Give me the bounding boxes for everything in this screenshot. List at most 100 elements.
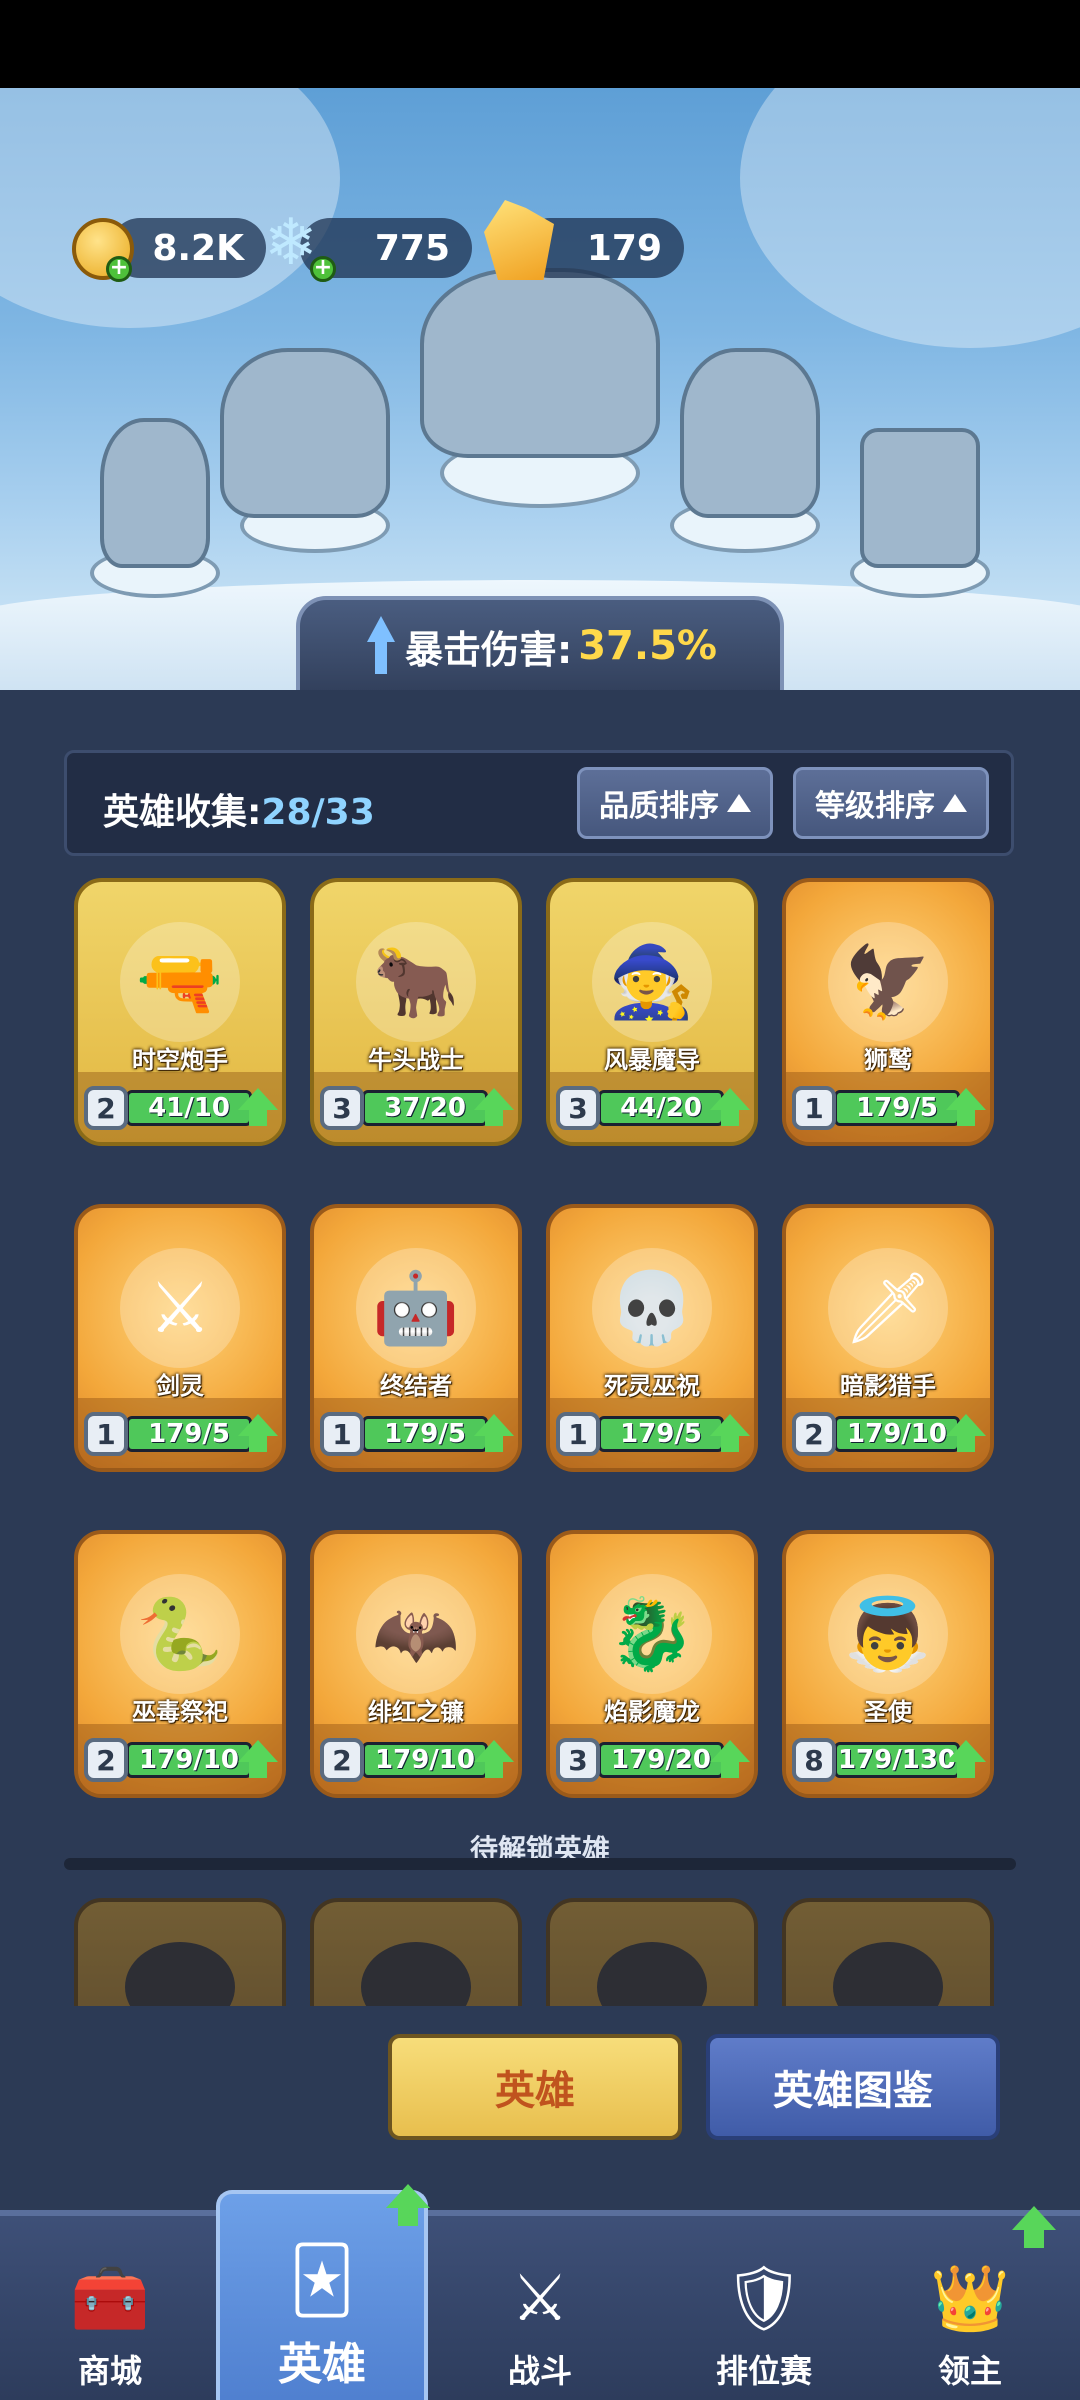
sort-asc-icon (727, 794, 751, 812)
locked-hero-card[interactable] (782, 1898, 994, 2006)
locked-hero-card[interactable] (74, 1898, 286, 2006)
shard-progress-bar: 41/10 (126, 1090, 252, 1126)
nav-label: 领主 (937, 2352, 1002, 2390)
statue-griffin (220, 348, 390, 518)
hero-card[interactable]: 🤖 终结者 179/5 1 (310, 1204, 522, 1472)
hero-level-badge: 1 (84, 1412, 128, 1456)
hero-card-icon: 🃏 (289, 2244, 355, 2318)
hero-card[interactable]: 🦅 狮鹫 179/5 1 (782, 878, 994, 1146)
crit-value: 37.5% (578, 623, 717, 669)
shard-progress-bar: 179/10 (834, 1416, 960, 1452)
hero-name: 暗影猎手 (840, 1372, 936, 1400)
sort-level-button[interactable]: 等级排序 (793, 767, 989, 839)
shard-progress-bar: 179/20 (598, 1742, 724, 1778)
statue-dragon (420, 268, 660, 458)
heroes-tab-button[interactable]: 英雄 (388, 2034, 682, 2140)
voodoo-priest-icon: 🐍 (120, 1574, 240, 1694)
shard-progress-bar: 37/20 (362, 1090, 488, 1126)
shard-progress-bar: 179/10 (126, 1742, 252, 1778)
upgrade-badge-icon (1012, 2206, 1056, 2250)
sort-asc-icon (943, 794, 967, 812)
shard-progress-text: 179/5 (384, 1419, 466, 1449)
upgrade-arrow-icon[interactable] (474, 1088, 514, 1128)
shard-progress-text: 44/20 (620, 1093, 702, 1123)
crossed-swords-icon: ⚔ (511, 2262, 569, 2336)
locked-silhouette-icon (597, 1942, 707, 2006)
shadow-hunter-icon: 🗡 (828, 1248, 948, 1368)
shard-progress-bar: 44/20 (598, 1090, 724, 1126)
hero-level-badge: 2 (792, 1412, 836, 1456)
hero-name: 焰影魔龙 (604, 1698, 700, 1726)
sword-spirit-icon: ⚔ (120, 1248, 240, 1368)
add-gold-plus-icon[interactable]: + (106, 256, 132, 282)
shard-progress-text: 179/20 (611, 1745, 711, 1775)
statue-robot (860, 428, 980, 568)
upgrade-arrow-icon[interactable] (710, 1088, 750, 1128)
shard-progress-bar: 179/10 (362, 1742, 488, 1778)
shard-progress-text: 179/10 (847, 1419, 947, 1449)
upgrade-arrow-icon[interactable] (474, 1414, 514, 1454)
collection-title: 英雄收集: (103, 792, 262, 833)
shard-progress-text: 179/130 (837, 1745, 957, 1775)
upgrade-arrow-icon[interactable] (238, 1740, 278, 1780)
griffin-icon: 🦅 (828, 922, 948, 1042)
hero-name: 圣使 (864, 1698, 912, 1726)
upgrade-arrow-icon[interactable] (238, 1414, 278, 1454)
hero-card[interactable]: 💀 死灵巫祝 179/5 1 (546, 1204, 758, 1472)
lord-banner-icon: 👑 (930, 2262, 1010, 2336)
terminator-icon: 🤖 (356, 1248, 476, 1368)
locked-hero-card[interactable] (310, 1898, 522, 2006)
hero-name: 巫毒祭祀 (132, 1698, 228, 1726)
add-gem-plus-icon[interactable]: + (310, 256, 336, 282)
collection-bar: 英雄收集:28/33 品质排序 等级排序 (64, 750, 1014, 856)
hero-card[interactable]: 🔫 时空炮手 41/10 2 (74, 878, 286, 1146)
hero-card[interactable]: 👼 圣使 179/130 8 (782, 1530, 994, 1798)
hero-card[interactable]: 🐍 巫毒祭祀 179/10 2 (74, 1530, 286, 1798)
sort-level-label: 等级排序 (815, 789, 935, 824)
hero-card[interactable]: 🐂 牛头战士 37/20 3 (310, 878, 522, 1146)
hero-card[interactable]: 🗡 暗影猎手 179/10 2 (782, 1204, 994, 1472)
nav-tab[interactable]: 🃏 英雄 (216, 2184, 430, 2400)
status-bar (0, 0, 1080, 88)
ice-cave-wall (740, 88, 1080, 348)
hero-codex-button[interactable]: 英雄图鉴 (706, 2034, 1000, 2140)
upgrade-arrow-icon[interactable] (946, 1740, 986, 1780)
hero-name: 终结者 (380, 1372, 452, 1400)
upgrade-arrow-icon[interactable] (946, 1088, 986, 1128)
necromancer-icon: 💀 (592, 1248, 712, 1368)
locked-silhouette-icon (125, 1942, 235, 2006)
hero-level-badge: 2 (84, 1738, 128, 1782)
shard-progress-bar: 179/5 (834, 1090, 960, 1126)
gunner-icon: 🔫 (120, 922, 240, 1042)
shard-progress-text: 41/10 (148, 1093, 230, 1123)
crit-damage-banner: 暴击伤害: 37.5% (296, 596, 784, 692)
hero-panel: 英雄收集:28/33 品质排序 等级排序 🔫 时空炮手 41/10 2 🐂 牛头战士 37/… (0, 690, 1080, 2210)
nav-tab[interactable]: ⚔ 战斗 (470, 2216, 610, 2400)
nav-tab[interactable]: 🛡 排位赛 (684, 2216, 844, 2400)
upgrade-arrow-icon[interactable] (710, 1414, 750, 1454)
upgrade-arrow-icon[interactable] (238, 1088, 278, 1128)
minotaur-icon: 🐂 (356, 922, 476, 1042)
gem-value: 775 (374, 227, 450, 269)
wizard-icon: 🧙 (592, 922, 712, 1042)
locked-hero-card[interactable] (546, 1898, 758, 2006)
hero-card[interactable]: 🦇 绯红之镰 179/10 2 (310, 1530, 522, 1798)
hero-level-badge: 2 (84, 1086, 128, 1130)
hero-level-badge: 3 (556, 1086, 600, 1130)
hero-level-badge: 3 (556, 1738, 600, 1782)
sort-quality-button[interactable]: 品质排序 (577, 767, 773, 839)
shard-progress-text: 179/10 (139, 1745, 239, 1775)
upgrade-arrow-icon[interactable] (946, 1414, 986, 1454)
hero-card[interactable]: 🐉 焰影魔龙 179/20 3 (546, 1530, 758, 1798)
hero-name: 剑灵 (156, 1372, 204, 1400)
nav-tab[interactable]: 🧰 商城 (30, 2216, 190, 2400)
hero-level-badge: 1 (556, 1412, 600, 1456)
nav-label: 英雄 (278, 2339, 366, 2390)
hero-card[interactable]: ⚔ 剑灵 179/5 1 (74, 1204, 286, 1472)
upgrade-arrow-icon[interactable] (710, 1740, 750, 1780)
nav-tab[interactable]: 👑 领主 (890, 2206, 1056, 2400)
hero-card[interactable]: 🧙 风暴魔导 44/20 3 (546, 878, 758, 1146)
upgrade-arrow-icon[interactable] (474, 1740, 514, 1780)
collection-count: 28/33 (261, 792, 375, 833)
crystal-value: 179 (586, 227, 662, 269)
